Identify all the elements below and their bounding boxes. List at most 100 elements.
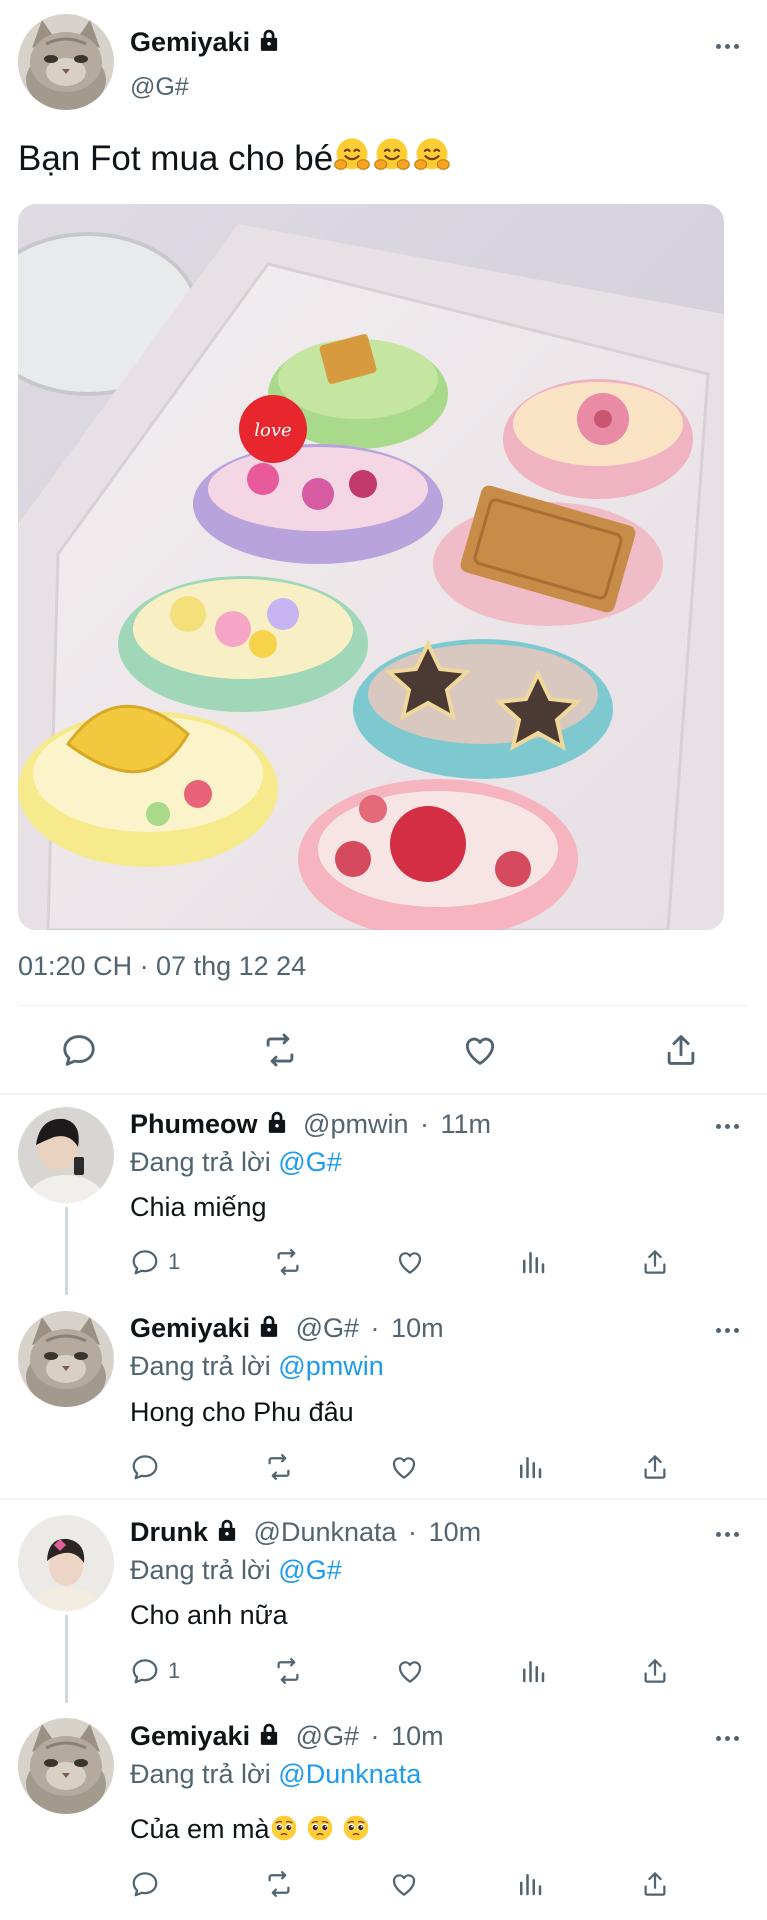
like-icon[interactable]	[461, 1031, 499, 1069]
hugging-face-icon	[413, 136, 451, 174]
tweet-photo[interactable]: love	[18, 204, 724, 930]
stats-icon[interactable]	[515, 1452, 545, 1482]
display-name[interactable]: Drunk	[130, 1517, 208, 1547]
reply-button[interactable]	[130, 1869, 168, 1899]
more-options-icon[interactable]	[716, 1326, 742, 1334]
avatar[interactable]	[18, 14, 114, 110]
like-icon[interactable]	[389, 1452, 419, 1482]
retweet-icon[interactable]	[273, 1247, 303, 1277]
retweet-icon[interactable]	[273, 1656, 303, 1686]
replying-to-label: Đang trả lời	[130, 1351, 271, 1381]
handle[interactable]: @G#	[296, 1313, 359, 1343]
more-options-icon[interactable]	[716, 1530, 742, 1538]
lock-icon	[264, 1109, 290, 1135]
reply-time[interactable]: 10m	[391, 1313, 444, 1343]
tweet-text-body: Bạn Fot mua cho bé	[18, 139, 334, 178]
reply-count: 1	[168, 1249, 181, 1274]
avatar[interactable]	[18, 1311, 114, 1407]
lock-icon	[256, 1313, 282, 1339]
more-options-icon[interactable]	[716, 42, 742, 50]
replying-to: Đang trả lời @G#	[130, 1146, 342, 1178]
share-icon[interactable]	[640, 1247, 670, 1277]
reply-action-bar	[130, 1451, 670, 1483]
retweet-icon[interactable]	[264, 1869, 294, 1899]
reply-icon	[130, 1452, 160, 1482]
cookie-box-photo: love	[18, 204, 724, 930]
hugging-face-icon	[333, 136, 371, 174]
like-icon[interactable]	[395, 1656, 425, 1686]
reply-text: Hong cho Phu đâu	[130, 1397, 354, 1427]
replying-to-label: Đang trả lời	[130, 1555, 271, 1585]
reply-time[interactable]: 10m	[391, 1721, 444, 1751]
display-name[interactable]: Phumeow	[130, 1109, 258, 1139]
share-icon[interactable]	[640, 1452, 670, 1482]
reply-text-row: Của em mà	[130, 1812, 370, 1846]
reply-text: Của em mà	[130, 1814, 270, 1844]
reply-header: Gemiyaki @G# · 10m	[130, 1720, 444, 1752]
avatar[interactable]	[18, 1107, 114, 1203]
reply-button[interactable]	[130, 1452, 168, 1482]
reply-header: Gemiyaki @G# · 10m	[130, 1312, 444, 1344]
share-icon[interactable]	[662, 1031, 700, 1069]
replying-to-handle[interactable]: @Dunknata	[278, 1759, 421, 1789]
divider	[0, 1093, 767, 1095]
love-topper: love	[254, 420, 291, 441]
cookie-pink-flower	[503, 379, 693, 499]
like-icon[interactable]	[389, 1869, 419, 1899]
stats-icon[interactable]	[518, 1656, 548, 1686]
reply-action-bar	[130, 1868, 670, 1900]
reply-button[interactable]: 1	[130, 1247, 180, 1277]
replying-to: Đang trả lời @G#	[130, 1554, 342, 1586]
reply-text: Chia miếng	[130, 1192, 267, 1222]
reply-button[interactable]: 1	[130, 1656, 180, 1686]
stats-icon[interactable]	[518, 1247, 548, 1277]
stats-icon[interactable]	[515, 1869, 545, 1899]
thread-line	[65, 1207, 68, 1295]
reply-text: Cho anh nữa	[130, 1600, 288, 1630]
reply-icon[interactable]	[60, 1031, 98, 1069]
more-options-icon[interactable]	[716, 1122, 742, 1130]
reply-action-bar: 1	[130, 1655, 670, 1687]
pleading-face-icon	[342, 1814, 370, 1842]
replying-to-handle[interactable]: @G#	[278, 1147, 341, 1177]
lock-icon	[214, 1517, 240, 1543]
share-icon[interactable]	[640, 1656, 670, 1686]
reply-time[interactable]: 11m	[441, 1109, 492, 1139]
pleading-face-icon	[270, 1814, 298, 1842]
lock-icon	[256, 1721, 282, 1747]
display-name[interactable]: Gemiyaki	[130, 1313, 250, 1343]
reply-header: Phumeow @pmwin · 11m	[130, 1108, 491, 1140]
cookie-blue-stars	[353, 639, 613, 779]
handle[interactable]: @G#	[130, 72, 189, 102]
replying-to-handle[interactable]: @pmwin	[278, 1351, 383, 1381]
display-name[interactable]: Gemiyaki	[130, 27, 250, 57]
handle[interactable]: @G#	[296, 1721, 359, 1751]
tweet-timestamp[interactable]: 01:20 CH · 07 thg 12 24	[18, 950, 306, 982]
cookie-yellow-candy	[118, 576, 368, 712]
thread-line	[65, 1615, 68, 1703]
share-icon[interactable]	[640, 1869, 670, 1899]
avatar[interactable]	[18, 1718, 114, 1814]
replying-to: Đang trả lời @pmwin	[130, 1350, 384, 1382]
replying-to-label: Đang trả lời	[130, 1759, 271, 1789]
main-action-bar	[60, 1030, 700, 1070]
handle[interactable]: @Dunknata	[254, 1517, 397, 1547]
dot-separator: ·	[419, 1109, 429, 1139]
reply-time[interactable]: 10m	[429, 1517, 482, 1547]
reply-action-bar: 1	[130, 1246, 670, 1278]
more-options-icon[interactable]	[716, 1734, 742, 1742]
handle[interactable]: @pmwin	[303, 1109, 408, 1139]
dot-separator: ·	[408, 1517, 418, 1547]
divider	[0, 1498, 767, 1500]
retweet-icon[interactable]	[261, 1031, 299, 1069]
hugging-face-icon	[373, 136, 411, 174]
pleading-face-icon	[306, 1814, 334, 1842]
reply-icon	[130, 1656, 160, 1686]
like-icon[interactable]	[395, 1247, 425, 1277]
reply-count: 1	[168, 1658, 181, 1683]
avatar[interactable]	[18, 1515, 114, 1611]
retweet-icon[interactable]	[264, 1452, 294, 1482]
reply-icon	[130, 1869, 160, 1899]
display-name[interactable]: Gemiyaki	[130, 1721, 250, 1751]
replying-to-handle[interactable]: @G#	[278, 1555, 341, 1585]
